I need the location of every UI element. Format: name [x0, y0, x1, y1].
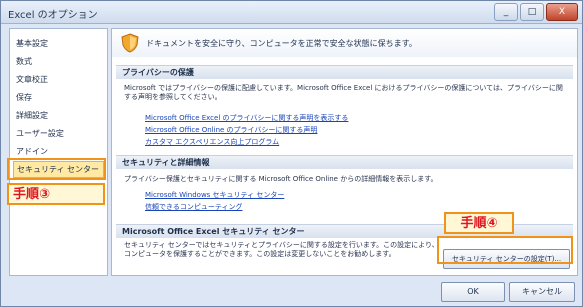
- step3-label: 手順③: [7, 183, 105, 205]
- close-button[interactable]: X: [546, 3, 578, 21]
- sidebar-item-advanced[interactable]: 詳細設定: [13, 107, 104, 124]
- sidebar-item-save[interactable]: 保存: [13, 89, 104, 106]
- privacy-description: Microsoft ではプライバシーの保護に配慮しています。Microsoft …: [124, 84, 563, 101]
- security-section-header: セキュリティと詳細情報: [116, 155, 573, 169]
- link-windows-security-center[interactable]: Microsoft Windows セキュリティ センター: [145, 190, 284, 200]
- sidebar-item-formulas[interactable]: 数式: [13, 53, 104, 70]
- window-title: Excel のオプション: [8, 10, 98, 21]
- window-controls: _ □ X: [494, 3, 578, 21]
- options-dialog: Excel のオプション _ □ X 基本設定 数式 文章校正 保存 詳細設定 …: [0, 0, 583, 307]
- step4-label: 手順④: [444, 212, 514, 234]
- title-bar[interactable]: Excel のオプション _ □ X: [1, 1, 582, 24]
- link-excel-privacy-statement[interactable]: Microsoft Office Excel のプライバシーに関する声明を表示す…: [145, 113, 348, 123]
- minimize-button[interactable]: _: [494, 3, 518, 21]
- panel-banner: ドキュメントを安全に守り、コンピュータを正常で安全な状態に保ちます。: [112, 29, 577, 57]
- trust-center-description: セキュリティ センターではセキュリティとプライバシーに関する設定を行います。この…: [124, 241, 439, 258]
- sidebar-item-basic[interactable]: 基本設定: [13, 35, 104, 52]
- ok-button[interactable]: OK: [441, 282, 505, 302]
- security-description: プライバシー保護とセキュリティに関する Microsoft Office Onl…: [124, 175, 438, 183]
- link-trustworthy-computing[interactable]: 信頼できるコンピューティング: [145, 202, 242, 212]
- shield-icon: [121, 33, 139, 53]
- step3-highlight: [7, 158, 106, 180]
- banner-text: ドキュメントを安全に守り、コンピュータを正常で安全な状態に保ちます。: [146, 39, 417, 48]
- sidebar-item-proofing[interactable]: 文章校正: [13, 71, 104, 88]
- sidebar-item-customize[interactable]: ユーザー設定: [13, 125, 104, 142]
- step4-highlight: [437, 236, 573, 264]
- link-office-online-privacy[interactable]: Microsoft Office Online のプライバシーに関する声明: [145, 125, 317, 135]
- link-customer-experience[interactable]: カスタマ エクスペリエンス向上プログラム: [145, 137, 279, 147]
- privacy-section-header: プライバシーの保護: [116, 65, 573, 79]
- options-sidebar: 基本設定 数式 文章校正 保存 詳細設定 ユーザー設定 アドイン セキュリティ …: [9, 28, 108, 276]
- maximize-button[interactable]: □: [520, 3, 544, 21]
- cancel-button[interactable]: キャンセル: [509, 282, 575, 302]
